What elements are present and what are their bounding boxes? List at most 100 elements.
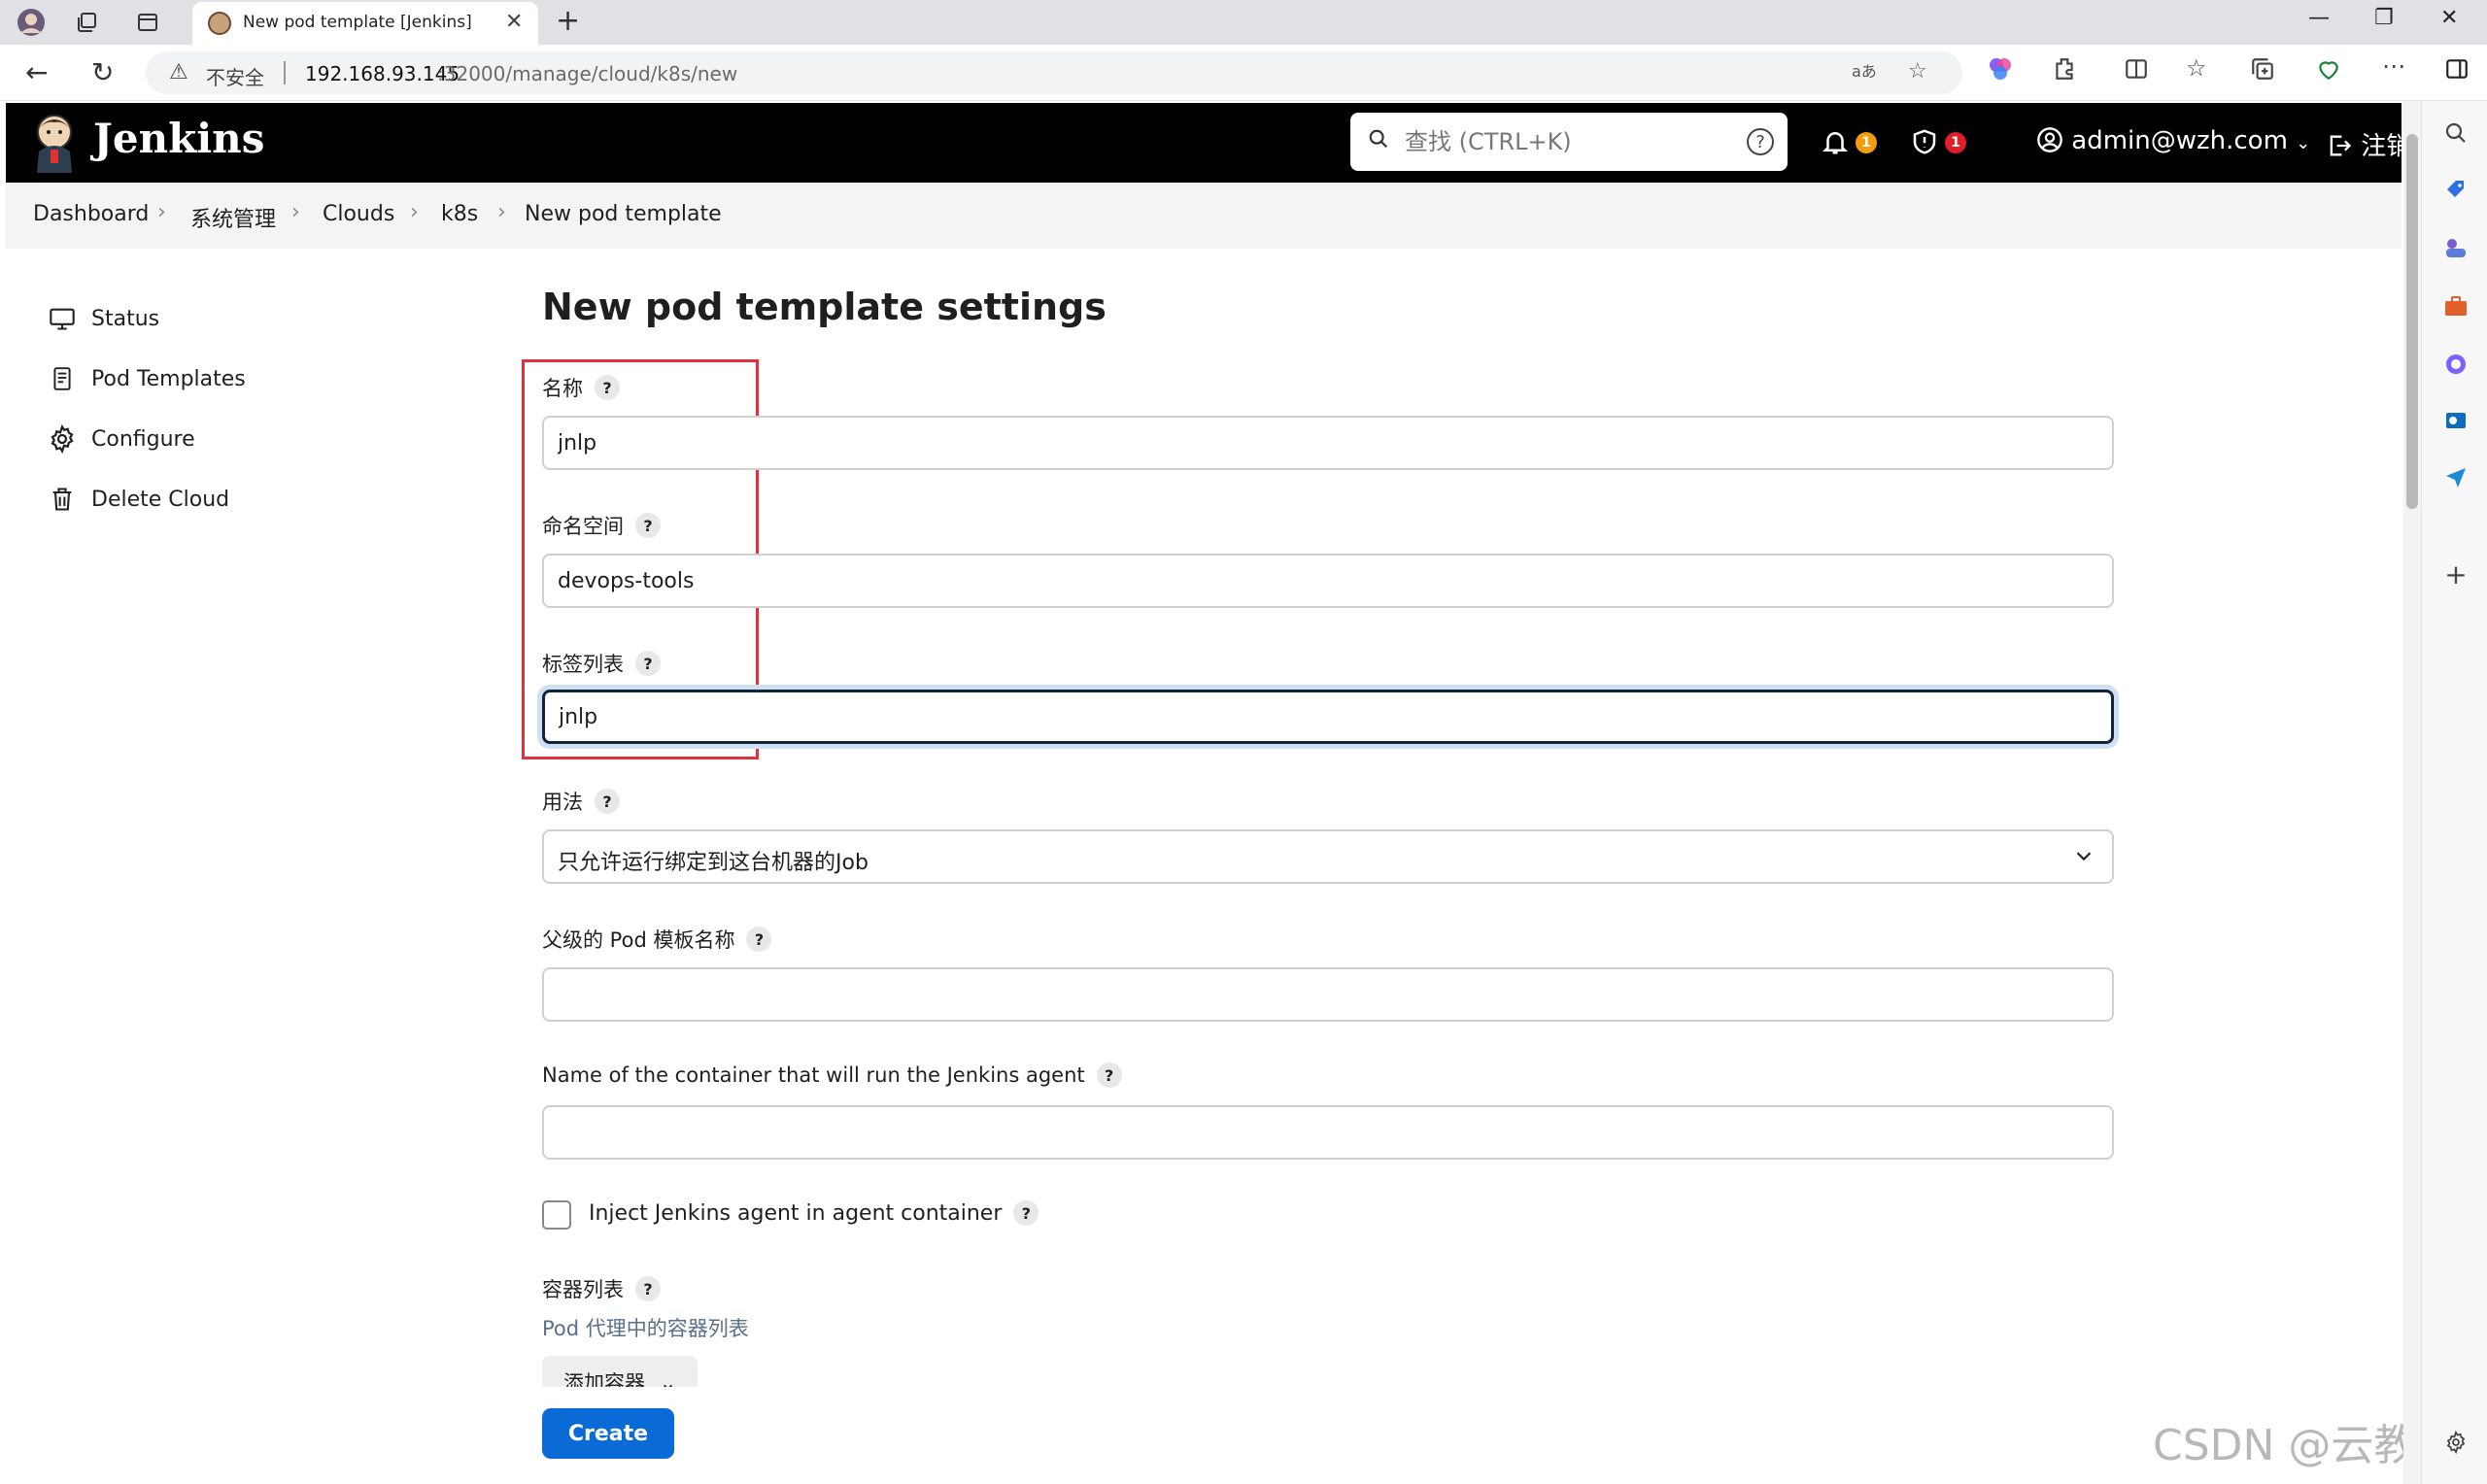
sidebar-item-delete-cloud[interactable]: Delete Cloud (45, 480, 229, 519)
container-name-input[interactable] (542, 1105, 2114, 1160)
breadcrumb-dashboard[interactable]: Dashboard (33, 202, 149, 226)
extensions-icon[interactable] (2052, 56, 2077, 87)
container-name-field-label: Name of the container that will run the … (542, 1062, 1122, 1088)
namespace-field-label: 命名空间 ? (542, 511, 661, 540)
add-icon[interactable]: + (2441, 558, 2470, 590)
container-name-label-text: Name of the container that will run the … (542, 1063, 1085, 1087)
send-icon[interactable] (2441, 462, 2470, 491)
browser-essentials-icon[interactable] (2316, 56, 2341, 87)
monitor-icon (45, 301, 80, 336)
new-tab-icon[interactable]: + (556, 4, 580, 38)
parent-template-label-text: 父级的 Pod 模板名称 (542, 928, 735, 952)
jenkins-brand[interactable]: Jenkins (93, 115, 264, 162)
parent-template-input[interactable] (542, 967, 2114, 1022)
read-aloud-icon[interactable]: aあ (1852, 59, 1877, 88)
url-path[interactable]: :32000/manage/cloud/k8s/new (437, 62, 737, 85)
office-icon[interactable] (2441, 350, 2470, 379)
security-shield-icon[interactable] (1910, 126, 1939, 165)
chevron-down-icon: ⌄ (2296, 133, 2311, 153)
restore-icon[interactable]: ❐ (2374, 6, 2394, 30)
collections-icon[interactable] (2250, 56, 2275, 87)
labels-field-label: 标签列表 ? (542, 649, 661, 678)
containers-field-label: 容器列表 ? (542, 1274, 661, 1303)
search-input[interactable] (1405, 122, 1725, 161)
page-title: New pod template settings (542, 286, 1107, 328)
browser-tab[interactable]: New pod template [Jenkins] ✕ (192, 2, 538, 45)
inject-agent-checkbox[interactable] (542, 1200, 571, 1230)
warning-triangle-icon[interactable]: ⚠ (169, 60, 188, 84)
namespace-input[interactable] (542, 554, 2114, 608)
address-toolbar: ← ↻ ⚠ 不安全 192.168.93.145 :32000/manage/c… (0, 45, 2487, 101)
insecure-label[interactable]: 不安全 (206, 62, 264, 90)
jenkins-logo-icon[interactable] (33, 113, 76, 173)
sidebar-item-label: Configure (91, 426, 195, 452)
breadcrumb-chevron-icon: › (410, 200, 419, 224)
browser-tab-bar: New pod template [Jenkins] ✕ + — ❐ ✕ (0, 0, 2487, 45)
logout-button[interactable]: 注销 (2326, 126, 2411, 162)
shopping-tag-icon[interactable] (2441, 175, 2470, 204)
games-icon[interactable] (2441, 233, 2470, 262)
usage-select[interactable]: 只允许运行绑定到这台机器的Job (542, 829, 2114, 884)
sidebar-toggle-icon[interactable] (2444, 56, 2470, 87)
outlook-icon[interactable] (2441, 406, 2470, 435)
breadcrumb: Dashboard › 系统管理 › Clouds › k8s › New po… (6, 183, 2402, 249)
more-menu-icon[interactable]: ⋯ (2382, 52, 2405, 80)
user-menu[interactable]: admin@wzh.com ⌄ (2036, 126, 2310, 155)
help-icon[interactable]: ? (595, 789, 620, 814)
inject-agent-label[interactable]: Inject Jenkins agent in agent container … (589, 1200, 1039, 1226)
containers-description: Pod 代理中的容器列表 (542, 1317, 749, 1340)
back-icon[interactable]: ← (25, 56, 48, 88)
sidebar-item-label: Pod Templates (91, 366, 246, 391)
page-scrollbar-thumb[interactable] (2406, 134, 2418, 509)
favorites-icon[interactable]: ☆ (2186, 54, 2207, 82)
sidebar-item-status[interactable]: Status (45, 299, 159, 338)
name-field-label: 名称 ? (542, 373, 620, 402)
address-bar[interactable]: ⚠ 不安全 192.168.93.145 :32000/manage/cloud… (146, 51, 1962, 94)
split-screen-icon[interactable] (2124, 56, 2149, 87)
sidebar-item-pod-templates[interactable]: Pod Templates (45, 359, 246, 398)
help-icon[interactable]: ? (635, 513, 661, 538)
breadcrumb-manage[interactable]: 系统管理 (190, 202, 276, 233)
jenkins-header: Jenkins ? 1 1 admin@wzh.com ⌄ 注销 (6, 103, 2411, 183)
document-icon (45, 361, 80, 396)
user-avatar-icon (2036, 126, 2071, 155)
search-icon[interactable] (2441, 118, 2470, 148)
labels-input[interactable] (542, 690, 2114, 744)
profile-avatar-icon[interactable] (16, 7, 47, 38)
breadcrumb-current: New pod template (525, 202, 722, 226)
address-separator (284, 61, 286, 84)
search-help-icon[interactable]: ? (1747, 128, 1774, 155)
name-input[interactable] (542, 416, 2114, 470)
settings-gear-icon[interactable] (2441, 1428, 2470, 1457)
workspaces-icon[interactable] (72, 7, 103, 38)
reload-icon[interactable]: ↻ (91, 56, 114, 88)
tab-close-icon[interactable]: ✕ (505, 10, 523, 34)
minimize-icon[interactable]: — (2308, 6, 2330, 30)
window-close-icon[interactable]: ✕ (2440, 6, 2458, 30)
chevron-down-icon (2073, 841, 2095, 877)
parent-template-field-label: 父级的 Pod 模板名称 ? (542, 925, 772, 954)
logout-icon (2326, 132, 2361, 161)
user-name: admin@wzh.com (2071, 126, 2288, 155)
help-icon[interactable]: ? (635, 651, 661, 676)
tools-icon[interactable] (2441, 291, 2470, 320)
namespace-label-text: 命名空间 (542, 515, 624, 538)
sidebar-item-configure[interactable]: Configure (45, 420, 195, 458)
help-icon[interactable]: ? (635, 1276, 661, 1301)
breadcrumb-clouds[interactable]: Clouds (323, 202, 394, 226)
breadcrumb-k8s[interactable]: k8s (441, 202, 478, 226)
notifications-bell-icon[interactable] (1821, 126, 1850, 165)
copilot-icon[interactable] (1988, 56, 2013, 87)
security-badge: 1 (1945, 132, 1966, 153)
create-button[interactable]: Create (542, 1408, 674, 1459)
usage-label-text: 用法 (542, 791, 583, 814)
help-icon[interactable]: ? (746, 927, 772, 952)
labels-label-text: 标签列表 (542, 653, 624, 676)
help-icon[interactable]: ? (1013, 1200, 1039, 1226)
help-icon[interactable]: ? (595, 375, 620, 400)
trash-icon (45, 482, 80, 517)
favorite-star-icon[interactable]: ☆ (1908, 59, 1927, 84)
help-icon[interactable]: ? (1096, 1062, 1122, 1088)
search-box[interactable]: ? (1350, 113, 1788, 171)
tab-actions-icon[interactable] (132, 7, 163, 38)
